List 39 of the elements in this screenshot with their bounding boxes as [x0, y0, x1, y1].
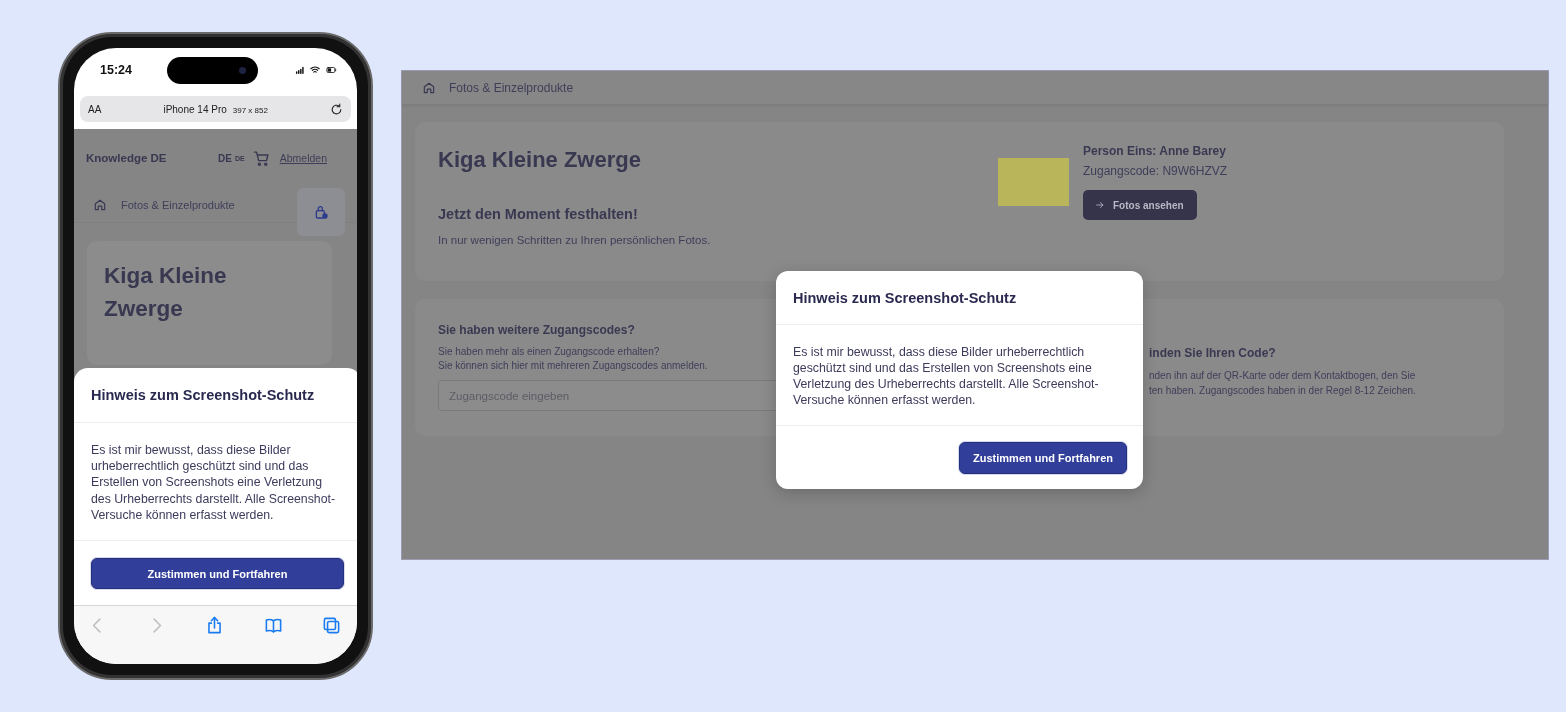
- arrow-icon: [1095, 200, 1105, 210]
- text-size-button[interactable]: AA: [88, 103, 102, 115]
- home-icon[interactable]: [422, 80, 436, 95]
- device-resolution: 397 x 852: [232, 105, 268, 115]
- battery-icon: [324, 65, 339, 75]
- book-icon[interactable]: [263, 616, 283, 635]
- address-bar[interactable]: AA iPhone 14 Pro 397 x 852: [80, 96, 351, 122]
- lock-icon: [313, 204, 329, 220]
- help-text: ten haben. Zugangscodes haben in der Regel 8-12 Zeichen.: [1149, 384, 1416, 398]
- wifi-icon: [309, 65, 321, 75]
- brand-name: Knowledge DE: [86, 152, 168, 164]
- page-title: Kiga Kleine Zwerge: [438, 147, 642, 173]
- dialog-title: Hinweis zum Screenshot-Schutz: [90, 386, 316, 405]
- photo-placeholder: [998, 158, 1069, 206]
- device-name: iPhone 14 Pro: [163, 103, 227, 115]
- help-text: nden ihn auf der QR-Karte oder dem Kontaktbogen, den Sie: [1149, 369, 1416, 383]
- section-heading: Sie haben weitere Zugangscodes?: [438, 323, 636, 337]
- view-photos-button[interactable]: Fotos ansehen: [1083, 190, 1197, 220]
- agree-button[interactable]: Zustimmen und Fortfahren: [959, 442, 1127, 474]
- section-heading: Jetzt den Moment festhalten!: [438, 206, 639, 222]
- tabs-icon[interactable]: [322, 616, 341, 635]
- section-heading: inden Sie Ihren Code?: [1149, 346, 1277, 360]
- share-icon[interactable]: [205, 616, 224, 635]
- signal-icon: [294, 65, 306, 75]
- status-time: 15:24: [100, 63, 132, 77]
- home-icon[interactable]: [93, 197, 107, 212]
- dialog-text: Es ist mir bewusst, dass diese Bilder urheberrechtlich geschützt sind und das Erstellen von Screenshots eine Verletzung des Urheberrechts darstellt. Alle Screenshot-Versuche können erfasst werden.: [776, 324, 1143, 426]
- page-title: Kiga Kleine Zwerge: [104, 262, 228, 323]
- help-text: Sie können sich hier mit mehreren Zugangscodes anmelden.: [438, 359, 708, 373]
- access-code: Zugangscode: N9W6HZVZ: [1083, 164, 1228, 178]
- lock-button[interactable]: [297, 188, 345, 236]
- cart-icon[interactable]: [252, 149, 270, 167]
- intro-text: In nur wenigen Schritten zu Ihren persönlichen Fotos.: [438, 234, 712, 246]
- dialog-text: Es ist mir bewusst, dass diese Bilder urheberrechtlich geschützt sind und das Erstellen von Screenshots eine Verletzung des Urheberrechts darstellt. Alle Screenshot-Versuche können erfasst werden.: [74, 422, 357, 541]
- person-name: Person Eins: Anne Barey: [1083, 144, 1227, 158]
- agree-button[interactable]: Zustimmen und Fortfahren: [91, 558, 344, 589]
- dialog-title: Hinweis zum Screenshot-Schutz: [792, 289, 1018, 308]
- help-text: Sie haben mehr als einen Zugangscode erhalten?: [438, 345, 660, 359]
- reload-icon[interactable]: [330, 102, 343, 116]
